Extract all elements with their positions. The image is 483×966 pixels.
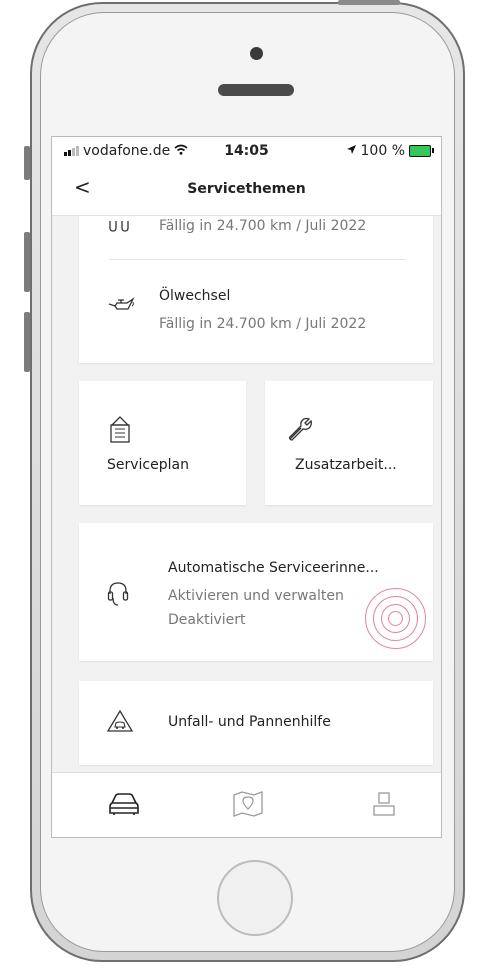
- profile-icon[interactable]: [372, 791, 402, 821]
- tab-bar: [52, 772, 441, 837]
- serviceplan-tile[interactable]: Serviceplan: [79, 381, 246, 505]
- service-item-due: Fällig in 24.700 km / Juli 2022: [159, 316, 367, 332]
- home-button[interactable]: [217, 860, 293, 936]
- front-camera: [250, 47, 263, 60]
- location-arrow-icon: [346, 143, 357, 159]
- status-bar: vodafone.de 14:05 100 %: [52, 137, 441, 165]
- battery-percent: 100 %: [360, 143, 405, 159]
- mute-switch: [24, 146, 30, 180]
- headset-icon: [107, 580, 129, 612]
- navigation-bar: < Servicethemen: [52, 165, 441, 216]
- power-button: [338, 0, 400, 5]
- service-due-card: Fällig in 24.700 km / Juli 2022 Ölwechse…: [79, 216, 433, 363]
- serviceplan-label: Serviceplan: [107, 457, 189, 473]
- warning-triangle-car-icon: [106, 709, 134, 737]
- volume-down-button: [24, 312, 30, 372]
- tire-icon: [107, 218, 131, 237]
- service-item-title: Ölwechsel: [159, 288, 231, 304]
- service-item-due: Fällig in 24.700 km / Juli 2022: [159, 218, 367, 234]
- reminder-status: Deaktiviert: [168, 612, 246, 628]
- map-icon[interactable]: [232, 791, 263, 821]
- service-topics-list[interactable]: Fällig in 24.700 km / Juli 2022 Ölwechse…: [52, 216, 441, 772]
- earpiece-speaker: [218, 84, 294, 96]
- clipboard-icon: [109, 416, 131, 448]
- oil-can-icon: [107, 296, 135, 320]
- page-title: Servicethemen: [187, 181, 306, 197]
- zusatzarbeiten-tile[interactable]: Zusatzarbeit...: [265, 381, 433, 505]
- reminder-subtitle: Aktivieren und verwalten: [168, 588, 344, 604]
- app-screen: vodafone.de 14:05 100 % < Servicethemen …: [51, 136, 442, 838]
- service-reminder-card[interactable]: Automatische Serviceerinne... Aktivieren…: [79, 523, 433, 661]
- zusatzarbeiten-label: Zusatzarbeit...: [295, 457, 397, 473]
- wrench-icon: [287, 416, 313, 446]
- touch-indicator: [365, 588, 427, 650]
- battery-icon: [409, 145, 434, 157]
- status-right: 100 %: [346, 143, 434, 159]
- item-divider: [109, 259, 405, 260]
- help-label: Unfall- und Pannenhilfe: [168, 714, 331, 730]
- reminder-title: Automatische Serviceerinne...: [168, 560, 379, 576]
- car-icon[interactable]: [108, 791, 139, 821]
- volume-up-button: [24, 232, 30, 292]
- accident-breakdown-card[interactable]: Unfall- und Pannenhilfe: [79, 681, 433, 765]
